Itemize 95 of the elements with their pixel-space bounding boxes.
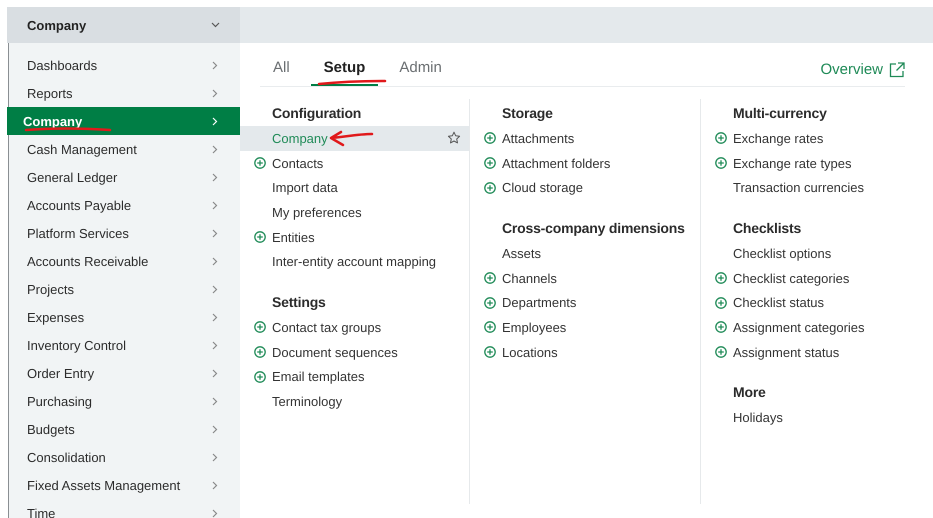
menu-item[interactable]: Checklist options: [701, 241, 905, 266]
menu-item[interactable]: Import data: [240, 175, 469, 200]
sidebar-item[interactable]: Fixed Assets Management: [9, 471, 240, 499]
chevron-right-icon: [212, 284, 218, 294]
menu-item[interactable]: Attachments: [470, 126, 700, 151]
sidebar-item[interactable]: Projects: [9, 275, 240, 303]
section-heading: Configuration: [271, 104, 362, 123]
chevron-right-icon: [212, 256, 218, 266]
tab[interactable]: All: [260, 59, 303, 86]
sidebar-item[interactable]: Company: [7, 107, 240, 135]
sidebar-item[interactable]: Reports: [9, 79, 240, 107]
section-heading: Storage: [501, 104, 554, 123]
add-icon[interactable]: [715, 157, 727, 170]
chevron-right-icon: [212, 312, 218, 322]
sidebar-item[interactable]: Order Entry: [9, 359, 240, 387]
menu-item[interactable]: Entities: [240, 224, 469, 250]
sidebar-item[interactable]: Expenses: [9, 303, 240, 331]
sidebar-item[interactable]: Accounts Receivable: [9, 247, 240, 275]
add-icon[interactable]: [484, 321, 496, 334]
section-heading: Multi-currency: [732, 104, 828, 123]
add-icon[interactable]: [254, 321, 266, 334]
menu-item[interactable]: Cloud storage: [470, 175, 700, 200]
add-icon[interactable]: [254, 346, 266, 358]
module-dropdown[interactable]: Company: [7, 7, 240, 43]
overview-link[interactable]: Overview: [820, 61, 905, 86]
menu-item[interactable]: Contacts: [240, 150, 469, 176]
menu-item[interactable]: Exchange rate types: [701, 150, 905, 176]
sidebar-item[interactable]: Purchasing: [9, 387, 240, 415]
menu-item[interactable]: Checklist categories: [701, 266, 905, 290]
menu-item[interactable]: Terminology: [240, 389, 469, 414]
add-icon[interactable]: [715, 296, 727, 309]
menu-item[interactable]: Email templates: [240, 364, 469, 390]
sidebar-item[interactable]: Budgets: [9, 415, 240, 443]
menu-item[interactable]: Checklist status: [701, 290, 905, 316]
add-icon[interactable]: [484, 157, 496, 170]
section-heading: Cross-company dimensions: [501, 218, 686, 238]
tab[interactable]: Setup: [310, 59, 378, 86]
menu-item[interactable]: Contact tax groups: [240, 315, 469, 340]
sidebar-item[interactable]: Platform Services: [9, 219, 240, 247]
sidebar-item[interactable]: Consolidation: [9, 443, 240, 471]
add-icon[interactable]: [715, 346, 727, 358]
menu-item[interactable]: Document sequences: [240, 340, 469, 364]
add-icon[interactable]: [715, 321, 727, 334]
chevron-right-icon: [212, 368, 218, 378]
sidebar-item[interactable]: Cash Management: [9, 135, 240, 163]
add-icon[interactable]: [715, 272, 727, 284]
menu-item[interactable]: My preferences: [240, 200, 469, 225]
menu-item[interactable]: Company: [240, 126, 469, 151]
menu-item[interactable]: Assignment categories: [701, 315, 905, 340]
chevron-right-icon: [212, 452, 218, 462]
annotation-underline: [318, 80, 386, 86]
menu-item[interactable]: Assets: [470, 241, 700, 266]
chevron-right-icon: [212, 172, 218, 182]
chevron-right-icon: [212, 480, 218, 490]
add-icon[interactable]: [484, 182, 496, 194]
chevron-right-icon: [212, 60, 218, 70]
sidebar-item[interactable]: General Ledger: [9, 163, 240, 191]
chevron-right-icon: [212, 116, 218, 126]
menu-item[interactable]: Attachment folders: [470, 150, 700, 176]
menu-item[interactable]: Exchange rates: [701, 126, 905, 151]
chevron-right-icon: [212, 424, 218, 434]
external-link-icon: [889, 62, 905, 78]
add-icon[interactable]: [254, 370, 266, 383]
sidebar-item[interactable]: Inventory Control: [9, 331, 240, 359]
add-icon[interactable]: [484, 132, 496, 144]
chevron-right-icon: [212, 144, 218, 154]
annotation-arrow: [330, 130, 374, 146]
add-icon[interactable]: [254, 231, 266, 244]
menu-item[interactable]: Assignment status: [701, 340, 905, 364]
star-icon[interactable]: [447, 131, 461, 146]
menu-item[interactable]: Channels: [470, 266, 700, 290]
add-icon[interactable]: [254, 157, 266, 170]
section-heading: Checklists: [732, 218, 802, 238]
sidebar-item[interactable]: Accounts Payable: [9, 191, 240, 219]
menu-item[interactable]: Locations: [470, 340, 700, 364]
add-icon[interactable]: [484, 272, 496, 284]
menu-item[interactable]: Inter-entity account mapping: [240, 249, 469, 274]
section-heading: More: [732, 383, 767, 402]
sidebar-item[interactable]: Dashboards: [9, 51, 240, 79]
sidebar-item[interactable]: Time: [9, 499, 240, 518]
menu-item[interactable]: Departments: [470, 290, 700, 316]
section-heading: Settings: [271, 292, 327, 312]
menu-item[interactable]: Holidays: [701, 406, 905, 430]
chevron-right-icon: [212, 340, 218, 350]
add-icon[interactable]: [484, 296, 496, 309]
chevron-right-icon: [212, 88, 218, 98]
add-icon[interactable]: [484, 346, 496, 358]
chevron-right-icon: [212, 396, 218, 406]
tab[interactable]: Admin: [386, 59, 455, 86]
menu-item[interactable]: Transaction currencies: [701, 175, 905, 200]
chevron-right-icon: [212, 200, 218, 210]
chevron-down-icon: [211, 22, 220, 28]
menu-item[interactable]: Employees: [470, 315, 700, 340]
chevron-right-icon: [212, 228, 218, 238]
add-icon[interactable]: [715, 132, 727, 144]
